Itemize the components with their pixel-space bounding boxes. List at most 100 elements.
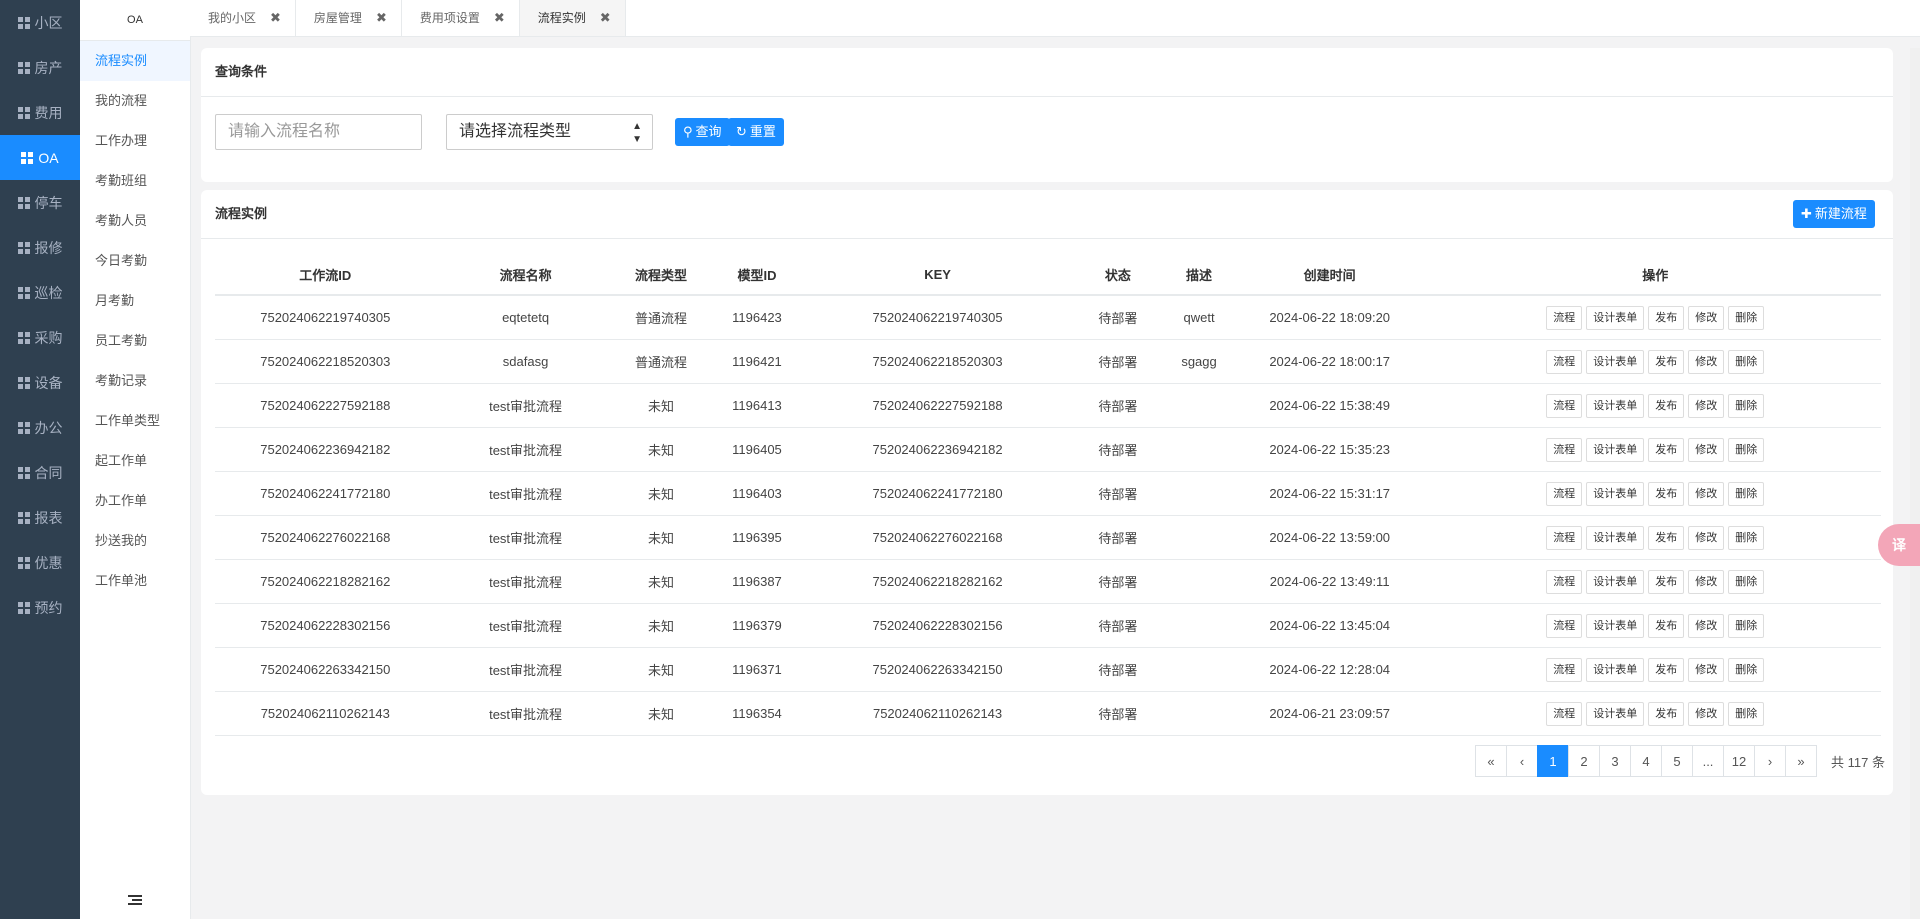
- sub-menu-item[interactable]: 工作办理: [80, 121, 190, 161]
- sub-menu-item[interactable]: 月考勤: [80, 281, 190, 321]
- row-action-button[interactable]: 修改: [1688, 349, 1725, 374]
- row-action-button[interactable]: 删除: [1728, 613, 1765, 638]
- page-button[interactable]: ...: [1692, 745, 1724, 777]
- row-action-button[interactable]: 发布: [1648, 393, 1685, 418]
- row-action-button[interactable]: 发布: [1648, 525, 1685, 550]
- reset-button[interactable]: ↻ 重置: [728, 118, 784, 146]
- row-action-button[interactable]: 发布: [1648, 701, 1685, 726]
- nav-item-4[interactable]: 停车: [0, 180, 80, 225]
- nav-item-0[interactable]: 小区: [0, 0, 80, 45]
- row-action-button[interactable]: 设计表单: [1586, 349, 1645, 374]
- row-action-button[interactable]: 流程: [1546, 349, 1583, 374]
- page-button[interactable]: 2: [1568, 745, 1600, 777]
- collapse-menu-button[interactable]: [80, 894, 190, 909]
- row-action-button[interactable]: 删除: [1728, 569, 1765, 594]
- row-action-button[interactable]: 流程: [1546, 525, 1583, 550]
- row-action-button[interactable]: 修改: [1688, 613, 1725, 638]
- page-button[interactable]: ‹: [1506, 745, 1538, 777]
- close-icon[interactable]: ✖: [600, 0, 611, 36]
- sub-menu-item[interactable]: 工作单类型: [80, 401, 190, 441]
- row-action-button[interactable]: 设计表单: [1586, 481, 1645, 506]
- row-action-button[interactable]: 发布: [1648, 305, 1685, 330]
- page-button[interactable]: 4: [1630, 745, 1662, 777]
- page-button[interactable]: «: [1475, 745, 1507, 777]
- page-button[interactable]: ›: [1754, 745, 1786, 777]
- sub-menu-item[interactable]: 考勤记录: [80, 361, 190, 401]
- sub-menu-item[interactable]: 流程实例: [80, 41, 190, 81]
- row-action-button[interactable]: 流程: [1546, 393, 1583, 418]
- row-action-button[interactable]: 修改: [1688, 657, 1725, 682]
- row-action-button[interactable]: 删除: [1728, 393, 1765, 418]
- nav-item-10[interactable]: 合同: [0, 450, 80, 495]
- row-action-button[interactable]: 设计表单: [1586, 525, 1645, 550]
- row-action-button[interactable]: 修改: [1688, 701, 1725, 726]
- nav-item-2[interactable]: 费用: [0, 90, 80, 135]
- tab[interactable]: 费用项设置 ✖: [402, 0, 520, 36]
- search-button[interactable]: ⚲ 查询: [675, 118, 730, 146]
- row-action-button[interactable]: 修改: [1688, 393, 1725, 418]
- sub-menu-item[interactable]: 办工作单: [80, 481, 190, 521]
- row-action-button[interactable]: 删除: [1728, 701, 1765, 726]
- row-action-button[interactable]: 删除: [1728, 481, 1765, 506]
- process-name-input[interactable]: 请输入流程名称: [215, 114, 422, 150]
- row-action-button[interactable]: 删除: [1728, 525, 1765, 550]
- nav-item-7[interactable]: 采购: [0, 315, 80, 360]
- nav-item-12[interactable]: 优惠: [0, 540, 80, 585]
- row-action-button[interactable]: 设计表单: [1586, 657, 1645, 682]
- nav-item-8[interactable]: 设备: [0, 360, 80, 405]
- nav-item-5[interactable]: 报修: [0, 225, 80, 270]
- nav-item-3[interactable]: OA: [0, 135, 80, 180]
- close-icon[interactable]: ✖: [494, 0, 505, 36]
- page-button[interactable]: »: [1785, 745, 1817, 777]
- row-action-button[interactable]: 设计表单: [1586, 613, 1645, 638]
- row-action-button[interactable]: 发布: [1648, 349, 1685, 374]
- page-scrollbar[interactable]: [1910, 48, 1920, 919]
- sub-menu-item[interactable]: 工作单池: [80, 561, 190, 601]
- page-button[interactable]: 5: [1661, 745, 1693, 777]
- row-action-button[interactable]: 发布: [1648, 569, 1685, 594]
- row-action-button[interactable]: 设计表单: [1586, 393, 1645, 418]
- row-action-button[interactable]: 发布: [1648, 481, 1685, 506]
- page-button[interactable]: 3: [1599, 745, 1631, 777]
- row-action-button[interactable]: 修改: [1688, 569, 1725, 594]
- nav-item-6[interactable]: 巡检: [0, 270, 80, 315]
- nav-item-9[interactable]: 办公: [0, 405, 80, 450]
- sub-menu-item[interactable]: 抄送我的: [80, 521, 190, 561]
- row-action-button[interactable]: 删除: [1728, 349, 1765, 374]
- row-action-button[interactable]: 删除: [1728, 437, 1765, 462]
- row-action-button[interactable]: 流程: [1546, 437, 1583, 462]
- row-action-button[interactable]: 设计表单: [1586, 437, 1645, 462]
- new-process-button[interactable]: ✚ 新建流程: [1793, 200, 1875, 228]
- nav-item-1[interactable]: 房产: [0, 45, 80, 90]
- row-action-button[interactable]: 流程: [1546, 481, 1583, 506]
- row-action-button[interactable]: 修改: [1688, 305, 1725, 330]
- row-action-button[interactable]: 删除: [1728, 657, 1765, 682]
- row-action-button[interactable]: 设计表单: [1586, 701, 1645, 726]
- nav-item-13[interactable]: 预约: [0, 585, 80, 630]
- close-icon[interactable]: ✖: [270, 0, 281, 36]
- tab[interactable]: 流程实例 ✖: [519, 0, 626, 36]
- row-action-button[interactable]: 修改: [1688, 525, 1725, 550]
- sub-menu-item[interactable]: 员工考勤: [80, 321, 190, 361]
- row-action-button[interactable]: 发布: [1648, 657, 1685, 682]
- row-action-button[interactable]: 设计表单: [1586, 569, 1645, 594]
- translate-float-button[interactable]: 译: [1878, 524, 1920, 566]
- row-action-button[interactable]: 修改: [1688, 481, 1725, 506]
- sub-menu-item[interactable]: 今日考勤: [80, 241, 190, 281]
- sub-menu-item[interactable]: 考勤班组: [80, 161, 190, 201]
- page-button[interactable]: 12: [1723, 745, 1755, 777]
- row-action-button[interactable]: 流程: [1546, 569, 1583, 594]
- row-action-button[interactable]: 发布: [1648, 437, 1685, 462]
- row-action-button[interactable]: 流程: [1546, 305, 1583, 330]
- tab[interactable]: 我的小区 ✖: [190, 0, 296, 36]
- row-action-button[interactable]: 流程: [1546, 613, 1583, 638]
- nav-item-11[interactable]: 报表: [0, 495, 80, 540]
- process-type-select[interactable]: 请选择流程类型 ▲ ▼: [446, 114, 653, 150]
- tab[interactable]: 房屋管理 ✖: [296, 0, 402, 36]
- row-action-button[interactable]: 设计表单: [1586, 305, 1645, 330]
- row-action-button[interactable]: 删除: [1728, 305, 1765, 330]
- row-action-button[interactable]: 流程: [1546, 701, 1583, 726]
- row-action-button[interactable]: 流程: [1546, 657, 1583, 682]
- page-button[interactable]: 1: [1537, 745, 1569, 777]
- row-action-button[interactable]: 修改: [1688, 437, 1725, 462]
